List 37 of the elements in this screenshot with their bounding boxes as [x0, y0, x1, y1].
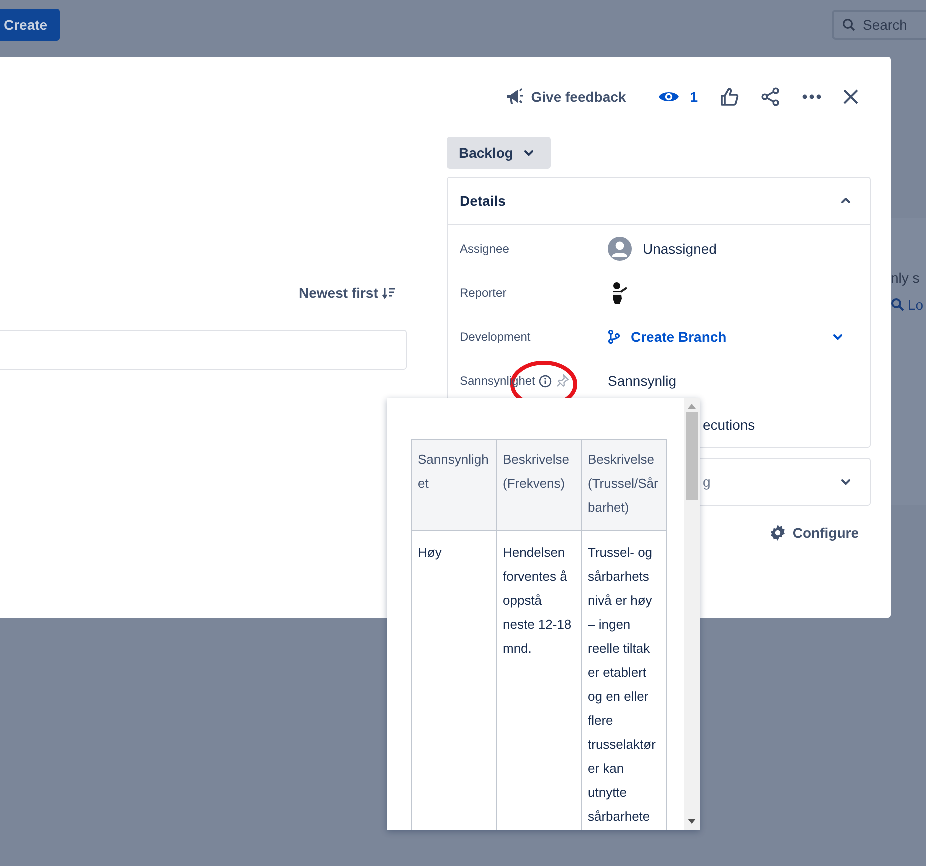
column-header: Sannsynlighet — [412, 440, 496, 530]
search-icon — [891, 298, 905, 312]
sort-icon — [382, 287, 396, 299]
watchers-button[interactable]: 1 — [658, 89, 698, 105]
field-value: Sannsynlig — [608, 373, 676, 389]
column-header: Beskrivelse (Frekvens) — [496, 440, 582, 530]
gear-icon — [768, 524, 787, 542]
field-label: Assignee — [460, 242, 510, 256]
panel-title: g — [703, 474, 711, 490]
megaphone-icon — [505, 87, 526, 107]
sort-button[interactable]: Newest first — [299, 285, 396, 301]
scrollbar-thumb[interactable] — [686, 412, 698, 500]
field-value: ecutions — [703, 417, 756, 433]
user-avatar-icon — [608, 237, 632, 261]
create-branch-link[interactable]: Create Branch — [631, 329, 727, 345]
background-text: nly s — [891, 270, 921, 286]
scroll-down-icon[interactable] — [688, 819, 696, 824]
configure-button[interactable]: Configure — [768, 524, 859, 542]
field-label: Development — [460, 330, 531, 344]
info-icon[interactable] — [539, 374, 552, 388]
create-button[interactable]: Create — [0, 9, 60, 41]
give-feedback-button[interactable]: Give feedback — [505, 87, 626, 107]
more-icon[interactable] — [802, 94, 822, 100]
search-field[interactable]: Search — [832, 10, 926, 40]
field-value: Unassigned — [643, 241, 717, 257]
status-button[interactable]: Backlog — [447, 137, 552, 169]
search-icon — [842, 18, 856, 32]
panel-title: Details — [460, 193, 506, 209]
scrollbar[interactable] — [684, 398, 700, 830]
table-cell: Høy — [412, 530, 496, 830]
share-icon[interactable] — [761, 87, 781, 107]
thumbs-up-icon[interactable] — [720, 87, 740, 107]
branch-icon — [608, 330, 620, 344]
column-header: Beskrivelse (Trussel/Sårbarhet) — [582, 440, 666, 530]
comment-field[interactable] — [0, 330, 407, 370]
field-label: Reporter — [460, 286, 507, 300]
close-icon[interactable] — [843, 89, 859, 105]
